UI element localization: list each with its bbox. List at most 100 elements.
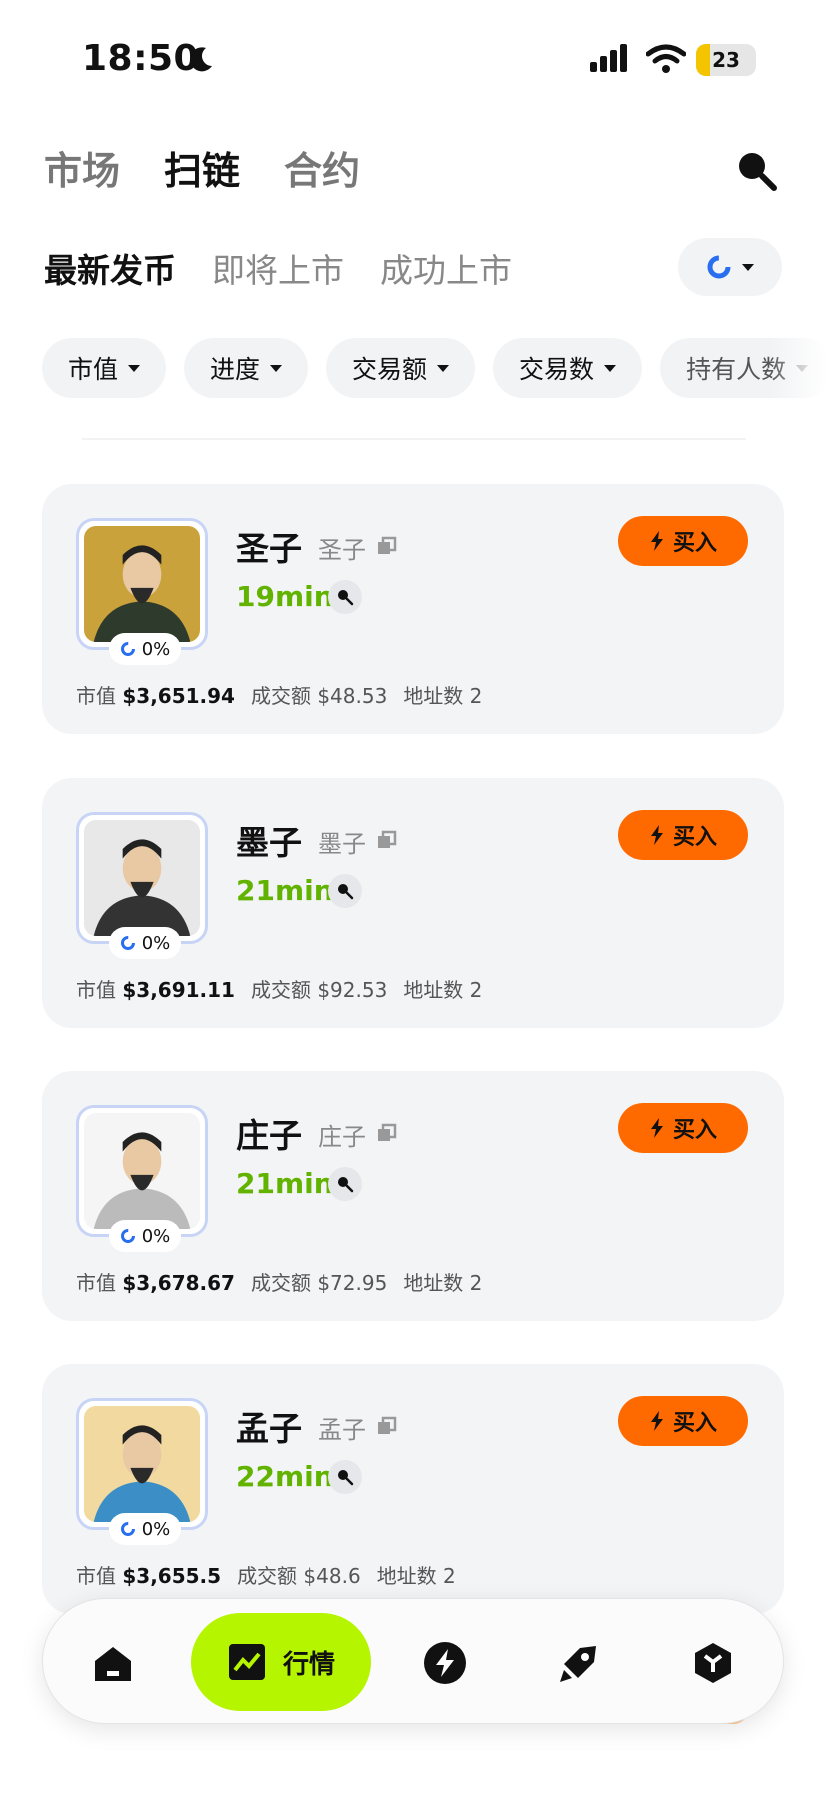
- token-search-button[interactable]: [328, 580, 362, 614]
- token-stats: 市值 $3,651.94 成交额 $48.53 地址数 2: [76, 680, 482, 709]
- holders-value: 2: [469, 1271, 483, 1295]
- nav-discover[interactable]: [683, 1633, 743, 1693]
- chevron-down-icon: [742, 263, 754, 271]
- progress-badge: 0%: [109, 927, 181, 959]
- holders-value: 2: [443, 1564, 456, 1588]
- tab-scan-chain[interactable]: 扫链: [164, 140, 240, 195]
- buy-label: 买入: [672, 1411, 717, 1436]
- chain-logo-icon: [707, 255, 731, 279]
- holders-value: 2: [469, 684, 483, 708]
- token-card[interactable]: 0% 庄子 庄子 21min 买入 市值 $3,678.67 成交额 $72.9…: [42, 1071, 784, 1321]
- buy-button[interactable]: 买入: [618, 810, 748, 860]
- chevron-down-icon: [128, 364, 141, 372]
- token-symbol: 孟子: [318, 1416, 366, 1444]
- tab-contract[interactable]: 合约: [284, 140, 360, 195]
- token-name: 圣子: [236, 529, 302, 568]
- token-search-button[interactable]: [328, 1167, 362, 1201]
- holders-label: 地址数: [376, 1564, 437, 1588]
- filter-trades[interactable]: 交易数: [493, 338, 643, 398]
- buy-label: 买入: [672, 825, 717, 850]
- filter-bar: 市值 进度 交易额 交易数 持有人数: [42, 338, 828, 398]
- token-name: 孟子: [236, 1409, 302, 1448]
- token-card[interactable]: 0% 圣子 圣子 19min 买入 市值 $3,651.94 成交额 $48.5…: [42, 484, 784, 734]
- tab-market[interactable]: 市场: [44, 140, 120, 195]
- buy-button[interactable]: 买入: [618, 516, 748, 566]
- progress-value: 0%: [141, 1225, 171, 1247]
- buy-button[interactable]: 买入: [618, 1103, 748, 1153]
- progress-ring-icon: [120, 1522, 135, 1536]
- battery-indicator: 23: [696, 44, 756, 76]
- market-cap-value: $3,651.94: [122, 684, 235, 708]
- market-cap-label: 市值: [76, 978, 116, 1002]
- token-portrait: [84, 1113, 200, 1229]
- subtab-upcoming[interactable]: 即将上市: [212, 244, 344, 292]
- token-avatar: 0%: [76, 1398, 208, 1545]
- volume-value: $72.95: [317, 1271, 388, 1295]
- top-tabs: 市场 扫链 合约: [44, 140, 360, 195]
- subtab-listed[interactable]: 成功上市: [380, 244, 512, 292]
- token-card[interactable]: 0% 墨子 墨子 21min 买入 市值 $3,691.11 成交额 $92.5…: [42, 778, 784, 1028]
- holders-stat: 地址数 2: [403, 680, 482, 709]
- nav-lightning[interactable]: [415, 1633, 475, 1693]
- chain-selector[interactable]: [678, 238, 782, 296]
- nav-launch[interactable]: [549, 1633, 609, 1693]
- progress-badge: 0%: [109, 633, 181, 665]
- token-portrait: [84, 526, 200, 642]
- token-age: 19min: [236, 580, 334, 613]
- buy-label: 买入: [672, 531, 717, 556]
- lightning-icon: [650, 531, 663, 551]
- filter-progress[interactable]: 进度: [184, 338, 309, 398]
- volume-stat: 成交额 $92.53: [251, 974, 387, 1003]
- search-icon: [338, 1177, 354, 1193]
- token-search-button[interactable]: [328, 874, 362, 908]
- volume-label: 成交额: [250, 978, 311, 1002]
- copy-icon[interactable]: [376, 1123, 398, 1145]
- filter-volume[interactable]: 交易额: [326, 338, 476, 398]
- filter-market-cap[interactable]: 市值: [42, 338, 167, 398]
- buy-button[interactable]: 买入: [618, 1396, 748, 1446]
- market-cap-value: $3,691.11: [122, 978, 235, 1002]
- holders-value: 2: [469, 978, 483, 1002]
- subtab-new-tokens[interactable]: 最新发币: [44, 244, 176, 292]
- volume-label: 成交额: [250, 1271, 311, 1295]
- filter-label: 交易数: [519, 355, 595, 384]
- token-card[interactable]: 0% 孟子 孟子 22min 买入 市值 $3,655.5 成交额 $48.6 …: [42, 1364, 784, 1614]
- token-search-button[interactable]: [328, 1460, 362, 1494]
- nav-market[interactable]: 行情: [191, 1613, 371, 1711]
- progress-ring-icon: [120, 642, 135, 656]
- volume-label: 成交额: [237, 1564, 298, 1588]
- token-stats: 市值 $3,655.5 成交额 $48.6 地址数 2: [76, 1560, 456, 1589]
- token-avatar: 0%: [76, 812, 208, 959]
- token-age: 21min: [236, 874, 334, 907]
- market-cap-value: $3,678.67: [122, 1271, 235, 1295]
- token-avatar: 0%: [76, 518, 208, 665]
- status-time: 18:50: [82, 38, 200, 79]
- progress-badge: 0%: [109, 1220, 181, 1252]
- nav-home[interactable]: [83, 1633, 143, 1693]
- market-cap-value: $3,655.5: [122, 1564, 222, 1588]
- volume-stat: 成交额 $72.95: [251, 1267, 387, 1296]
- token-portrait: [84, 1406, 200, 1522]
- holders-stat: 地址数 2: [377, 1560, 456, 1589]
- bottom-nav: 行情: [42, 1598, 784, 1724]
- volume-stat: 成交额 $48.6: [237, 1560, 361, 1589]
- copy-icon[interactable]: [376, 1416, 398, 1438]
- market-cap-stat: 市值 $3,691.11: [76, 974, 235, 1003]
- copy-icon[interactable]: [376, 830, 398, 852]
- token-stats: 市值 $3,678.67 成交额 $72.95 地址数 2: [76, 1267, 482, 1296]
- buy-label: 买入: [672, 1118, 717, 1143]
- cube-icon: [695, 1643, 731, 1683]
- progress-ring-icon: [120, 936, 135, 950]
- holders-stat: 地址数 2: [403, 1267, 482, 1296]
- search-icon[interactable]: [732, 146, 780, 194]
- sub-tabs: 最新发币 即将上市 成功上市: [44, 244, 512, 292]
- chevron-down-icon: [270, 364, 283, 372]
- chevron-down-icon: [437, 364, 450, 372]
- progress-value: 0%: [141, 1518, 171, 1540]
- copy-icon[interactable]: [376, 536, 398, 558]
- holders-stat: 地址数 2: [403, 974, 482, 1003]
- progress-ring-icon: [120, 1229, 135, 1243]
- token-symbol: 庄子: [318, 1123, 366, 1151]
- token-symbol: 圣子: [318, 536, 366, 564]
- token-name: 墨子: [236, 823, 302, 862]
